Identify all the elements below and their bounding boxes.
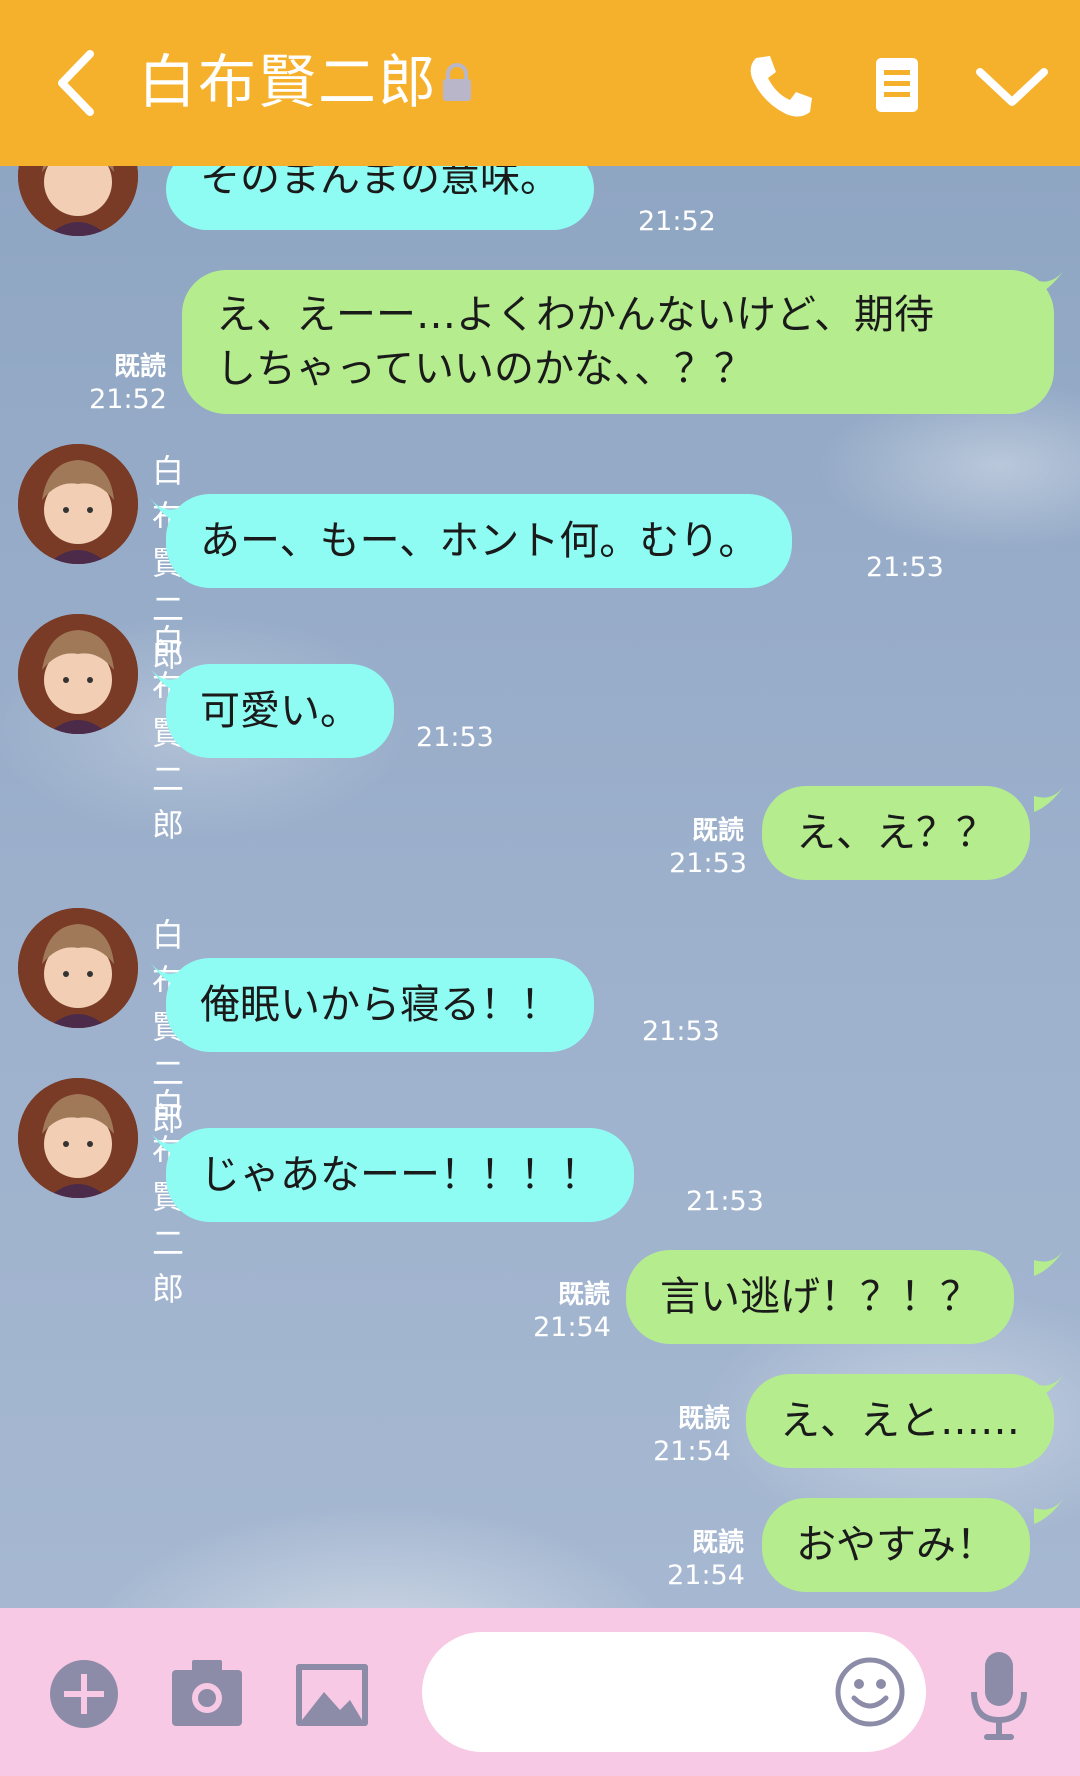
message-time: 21:52	[638, 206, 716, 237]
notes-icon[interactable]	[858, 46, 938, 126]
avatar[interactable]	[18, 166, 138, 236]
chat-area[interactable]: そのまんまの意味。 21:52 既読 21:52 え、えーー…よくわかんないけど…	[0, 166, 1080, 1608]
message-input[interactable]	[422, 1632, 926, 1752]
camera-icon[interactable]	[170, 1658, 244, 1728]
message-time: 21:53	[642, 1016, 720, 1047]
chat-header: 白布賢二郎	[0, 0, 1080, 166]
message-time: 21:54	[667, 1560, 745, 1591]
bubble-tail	[1034, 786, 1064, 812]
message-bubble[interactable]: え、え？？	[762, 786, 1030, 880]
bubble-tail	[1034, 270, 1064, 296]
message-bubble[interactable]: 俺眠いから寝る！！	[166, 958, 594, 1052]
message-time: 21:54	[653, 1436, 731, 1467]
bubble-tail	[1034, 1250, 1064, 1276]
message-time: 21:53	[686, 1186, 764, 1217]
message-time: 21:52	[89, 384, 167, 415]
avatar[interactable]	[18, 908, 138, 1028]
bubble-tail	[1034, 1498, 1064, 1524]
read-receipt: 既読	[113, 352, 166, 382]
message-bubble[interactable]: あー、もー、ホント何。むり。	[166, 494, 793, 588]
phone-icon[interactable]	[740, 46, 820, 126]
message-bubble[interactable]: 可愛い。	[166, 664, 394, 758]
message-bubble[interactable]: おやすみ！	[762, 1498, 1030, 1592]
message-bubble[interactable]: え、えと……	[746, 1374, 1054, 1468]
chevron-down-icon[interactable]	[972, 46, 1052, 126]
add-icon[interactable]	[48, 1658, 120, 1730]
emoji-icon[interactable]	[834, 1656, 906, 1728]
message-composer	[0, 1608, 1080, 1776]
message-time: 21:53	[669, 848, 747, 879]
message-bubble[interactable]: え、えーー…よくわかんないけど、期待 しちゃっていいのかな、、？？	[182, 270, 1054, 414]
avatar[interactable]	[18, 614, 138, 734]
avatar[interactable]	[18, 444, 138, 564]
message-time: 21:54	[533, 1312, 611, 1343]
contact-name[interactable]: 白布賢二郎	[138, 42, 438, 122]
read-receipt: 既読	[557, 1280, 610, 1310]
microphone-icon[interactable]	[966, 1648, 1032, 1744]
avatar[interactable]	[18, 1078, 138, 1198]
message-bubble[interactable]: 言い逃げ！？！？	[626, 1250, 1014, 1344]
message-bubble[interactable]: じゃあなーー！！！！	[166, 1128, 634, 1222]
back-chevron-icon[interactable]	[40, 40, 120, 126]
message-line: え、えーー…よくわかんないけど、期待	[216, 292, 934, 338]
read-receipt: 既読	[677, 1404, 730, 1434]
message-time: 21:53	[416, 722, 494, 753]
message-time: 21:53	[866, 552, 944, 583]
read-receipt: 既読	[691, 1528, 744, 1558]
message-bubble[interactable]: そのまんまの意味。	[166, 166, 594, 230]
bubble-tail	[1034, 1374, 1064, 1400]
message-line: しちゃっていいのかな、、？？	[216, 346, 754, 392]
image-icon[interactable]	[294, 1662, 370, 1728]
read-receipt: 既読	[691, 816, 744, 846]
lock-icon	[443, 63, 471, 101]
